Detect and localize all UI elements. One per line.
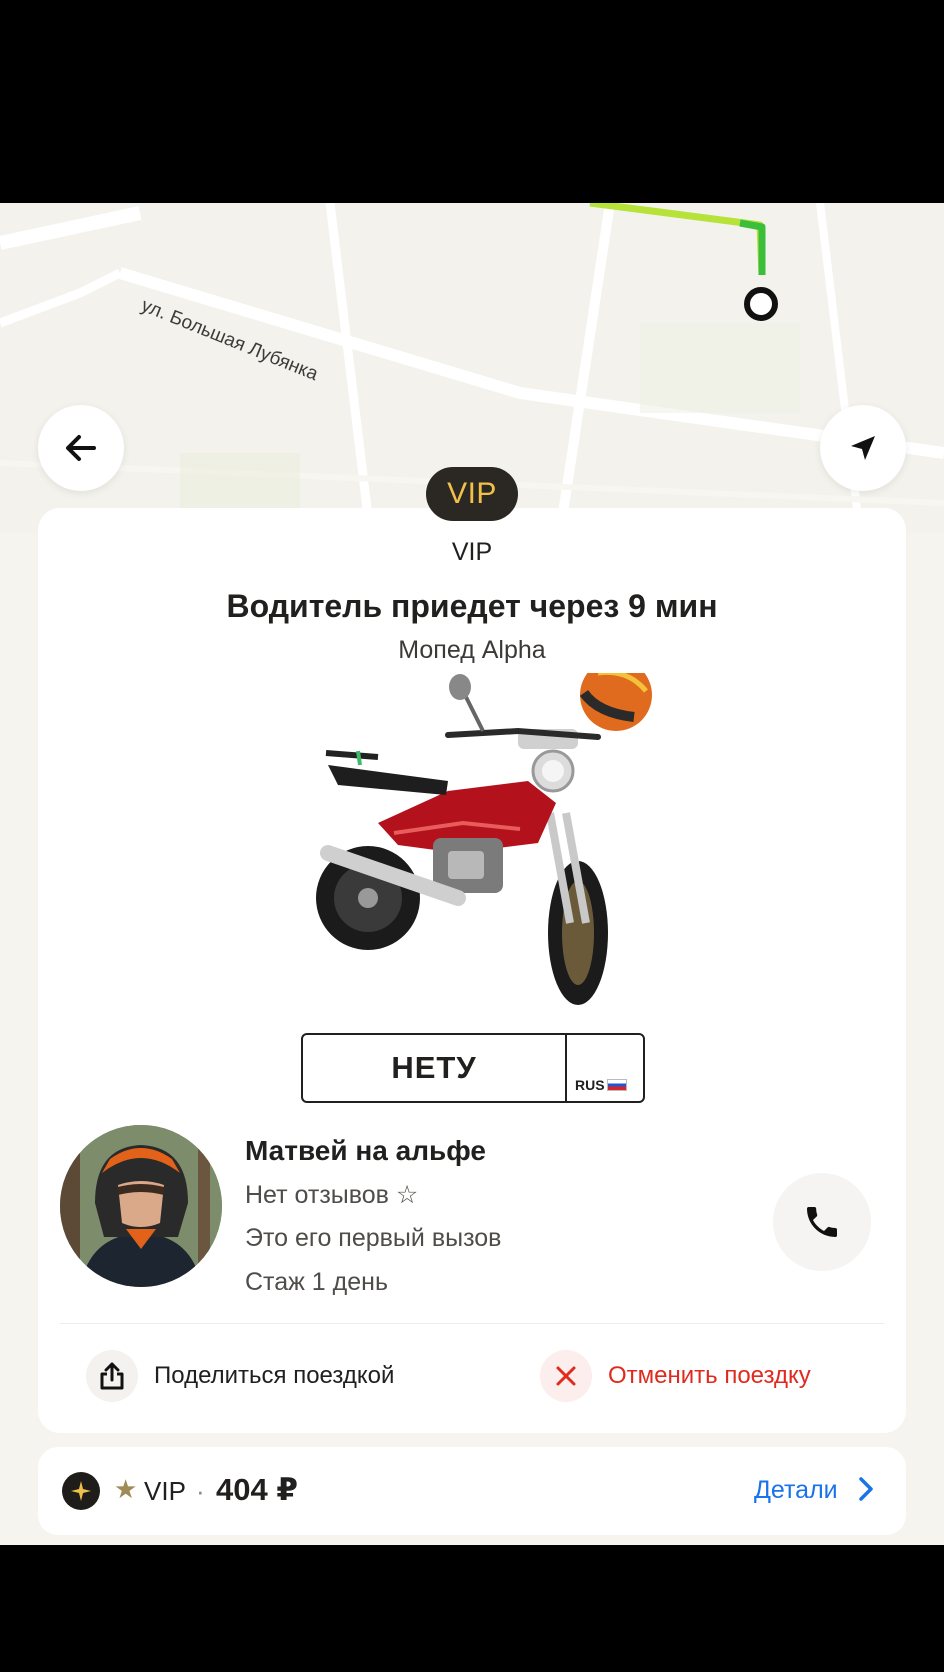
app-screen: ул. Большая Лубянка VIP VIP Водитель при…	[0, 203, 944, 1545]
driver-reviews[interactable]: Нет отзывов ☆	[245, 1180, 418, 1210]
driver-photo	[60, 1125, 222, 1287]
cancel-ride-button[interactable]: Отменить поездку	[540, 1350, 811, 1402]
driver-avatar[interactable]	[60, 1125, 222, 1287]
ride-status-card: VIP Водитель приедет через 9 мин Мопед A…	[38, 508, 906, 1433]
ride-price: 404 ₽	[216, 1472, 298, 1507]
cancel-ride-label: Отменить поездку	[608, 1362, 811, 1389]
arrival-title: Водитель приедет через 9 мин	[226, 588, 718, 624]
footer-separator: ·	[196, 1476, 205, 1506]
call-driver-button[interactable]	[773, 1173, 871, 1271]
vehicle-model: Мопед Alpha	[398, 636, 546, 664]
tariff-footer[interactable]: ★ VIP · 404 ₽ Детали	[38, 1447, 906, 1535]
russia-flag-icon	[606, 1079, 627, 1091]
back-button[interactable]	[38, 405, 124, 491]
chevron-right-icon[interactable]	[858, 1476, 874, 1502]
route-end-icon	[744, 287, 778, 321]
tariff-badge: VIP	[426, 467, 518, 521]
driver-experience: Стаж 1 день	[245, 1268, 388, 1296]
navigation-arrow-icon	[851, 436, 875, 460]
share-ride-button[interactable]: Поделиться поездкой	[86, 1350, 394, 1402]
card-tariff: VIP	[451, 538, 493, 566]
tariff-star-icon	[62, 1472, 100, 1510]
details-link[interactable]: Детали	[754, 1476, 838, 1505]
close-icon	[556, 1366, 576, 1386]
footer-tariff: VIP	[144, 1476, 186, 1506]
tariff-star-glyph	[71, 1481, 91, 1501]
plate-number: НЕТУ	[391, 1050, 477, 1085]
driver-name: Матвей на альфе	[245, 1135, 486, 1166]
cancel-icon-wrap	[540, 1350, 592, 1402]
license-plate: НЕТУ RUS	[301, 1033, 645, 1103]
tariff-rating-star: ★	[114, 1474, 138, 1504]
moped-image	[316, 673, 652, 1005]
plate-region-label: RUS	[575, 1077, 605, 1093]
top-black-bar	[0, 0, 944, 203]
phone-icon	[807, 1207, 837, 1237]
share-ride-label: Поделиться поездкой	[154, 1362, 395, 1389]
share-icon	[100, 1362, 124, 1390]
card-divider	[60, 1323, 884, 1324]
plate-region: RUS	[575, 1077, 627, 1093]
arrow-left-icon	[66, 435, 96, 461]
bottom-black-bar	[0, 1545, 944, 1672]
plate-divider	[565, 1035, 567, 1101]
share-icon-wrap	[86, 1350, 138, 1402]
driver-first-call: Это его первый вызов	[245, 1224, 502, 1252]
locate-me-button[interactable]	[820, 405, 906, 491]
